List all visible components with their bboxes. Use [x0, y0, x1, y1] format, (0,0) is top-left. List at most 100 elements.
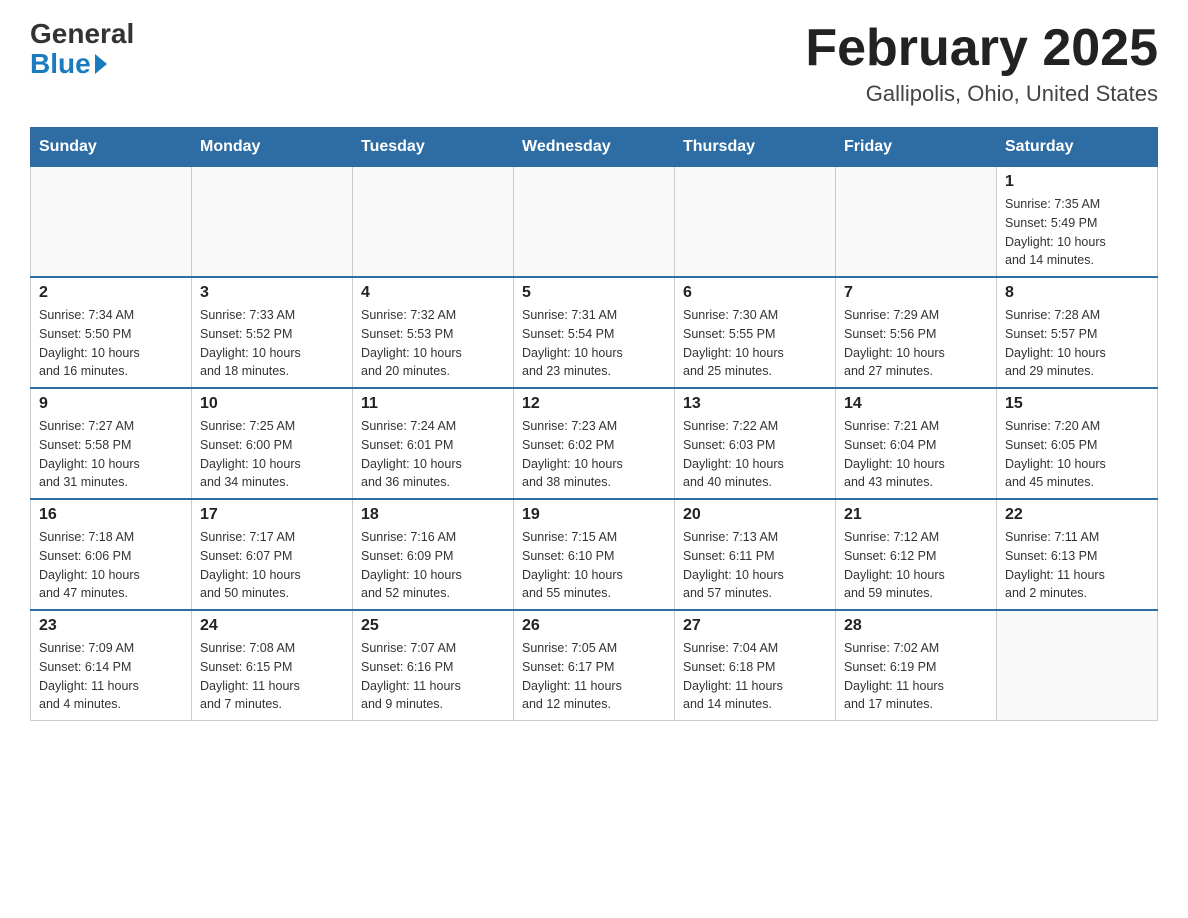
weekday-header-wednesday: Wednesday: [514, 128, 675, 167]
day-info: Sunrise: 7:24 AMSunset: 6:01 PMDaylight:…: [361, 417, 505, 492]
weekday-header-thursday: Thursday: [675, 128, 836, 167]
day-number: 17: [200, 506, 344, 524]
day-info: Sunrise: 7:07 AMSunset: 6:16 PMDaylight:…: [361, 639, 505, 714]
day-number: 1: [1005, 173, 1149, 191]
day-info: Sunrise: 7:11 AMSunset: 6:13 PMDaylight:…: [1005, 528, 1149, 603]
calendar-week-row: 16 Sunrise: 7:18 AMSunset: 6:06 PMDayligh…: [31, 499, 1158, 610]
calendar-cell: 15 Sunrise: 7:20 AMSunset: 6:05 PMDayligh…: [997, 388, 1158, 499]
day-info: Sunrise: 7:15 AMSunset: 6:10 PMDaylight:…: [522, 528, 666, 603]
day-info: Sunrise: 7:23 AMSunset: 6:02 PMDaylight:…: [522, 417, 666, 492]
calendar-cell: [675, 167, 836, 278]
day-info: Sunrise: 7:08 AMSunset: 6:15 PMDaylight:…: [200, 639, 344, 714]
month-year-title: February 2025: [805, 20, 1158, 77]
calendar-cell: 4 Sunrise: 7:32 AMSunset: 5:53 PMDaylight…: [353, 277, 514, 388]
day-number: 23: [39, 617, 183, 635]
day-number: 15: [1005, 395, 1149, 413]
calendar-cell: [836, 167, 997, 278]
day-number: 20: [683, 506, 827, 524]
day-number: 24: [200, 617, 344, 635]
day-number: 18: [361, 506, 505, 524]
calendar-week-row: 9 Sunrise: 7:27 AMSunset: 5:58 PMDaylight…: [31, 388, 1158, 499]
day-number: 5: [522, 284, 666, 302]
day-number: 10: [200, 395, 344, 413]
day-number: 22: [1005, 506, 1149, 524]
calendar-cell: [997, 610, 1158, 721]
calendar-cell: 17Sunrise: 7:17 AMSunset: 6:07 PMDayligh…: [192, 499, 353, 610]
day-info: Sunrise: 7:18 AMSunset: 6:06 PMDaylight:…: [39, 528, 183, 603]
day-number: 12: [522, 395, 666, 413]
day-number: 28: [844, 617, 988, 635]
calendar-cell: 1 Sunrise: 7:35 AMSunset: 5:49 PMDaylight…: [997, 167, 1158, 278]
calendar-cell: 14 Sunrise: 7:21 AMSunset: 6:04 PMDayligh…: [836, 388, 997, 499]
calendar-cell: 10 Sunrise: 7:25 AMSunset: 6:00 PMDayligh…: [192, 388, 353, 499]
calendar-week-row: 23 Sunrise: 7:09 AMSunset: 6:14 PMDayligh…: [31, 610, 1158, 721]
calendar-cell: 24 Sunrise: 7:08 AMSunset: 6:15 PMDayligh…: [192, 610, 353, 721]
calendar-cell: 9 Sunrise: 7:27 AMSunset: 5:58 PMDaylight…: [31, 388, 192, 499]
logo-triangle-icon: [95, 54, 107, 74]
day-info: Sunrise: 7:13 AMSunset: 6:11 PMDaylight:…: [683, 528, 827, 603]
day-info: Sunrise: 7:34 AMSunset: 5:50 PMDaylight:…: [39, 306, 183, 381]
weekday-header-sunday: Sunday: [31, 128, 192, 167]
calendar-cell: 23 Sunrise: 7:09 AMSunset: 6:14 PMDayligh…: [31, 610, 192, 721]
weekday-header-tuesday: Tuesday: [353, 128, 514, 167]
day-number: 3: [200, 284, 344, 302]
day-info: Sunrise: 7:12 AMSunset: 6:12 PMDaylight:…: [844, 528, 988, 603]
day-number: 25: [361, 617, 505, 635]
calendar-week-row: 1 Sunrise: 7:35 AMSunset: 5:49 PMDaylight…: [31, 167, 1158, 278]
calendar-cell: [192, 167, 353, 278]
location-subtitle: Gallipolis, Ohio, United States: [805, 81, 1158, 107]
calendar-cell: [514, 167, 675, 278]
day-number: 6: [683, 284, 827, 302]
calendar-cell: 19 Sunrise: 7:15 AMSunset: 6:10 PMDayligh…: [514, 499, 675, 610]
calendar-cell: 5 Sunrise: 7:31 AMSunset: 5:54 PMDaylight…: [514, 277, 675, 388]
day-info: Sunrise: 7:35 AMSunset: 5:49 PMDaylight:…: [1005, 195, 1149, 270]
title-section: February 2025 Gallipolis, Ohio, United S…: [805, 20, 1158, 107]
day-info: Sunrise: 7:29 AMSunset: 5:56 PMDaylight:…: [844, 306, 988, 381]
logo: General Blue: [30, 20, 134, 80]
day-info: Sunrise: 7:32 AMSunset: 5:53 PMDaylight:…: [361, 306, 505, 381]
calendar-cell: 18Sunrise: 7:16 AMSunset: 6:09 PMDayligh…: [353, 499, 514, 610]
day-number: 16: [39, 506, 183, 524]
day-info: Sunrise: 7:02 AMSunset: 6:19 PMDaylight:…: [844, 639, 988, 714]
page-header: General Blue February 2025 Gallipolis, O…: [30, 20, 1158, 107]
day-info: Sunrise: 7:31 AMSunset: 5:54 PMDaylight:…: [522, 306, 666, 381]
day-number: 27: [683, 617, 827, 635]
day-number: 13: [683, 395, 827, 413]
calendar-cell: 27 Sunrise: 7:04 AMSunset: 6:18 PMDayligh…: [675, 610, 836, 721]
day-number: 8: [1005, 284, 1149, 302]
day-number: 19: [522, 506, 666, 524]
calendar-table: SundayMondayTuesdayWednesdayThursdayFrid…: [30, 127, 1158, 721]
day-number: 2: [39, 284, 183, 302]
calendar-cell: [353, 167, 514, 278]
day-info: Sunrise: 7:25 AMSunset: 6:00 PMDaylight:…: [200, 417, 344, 492]
day-number: 14: [844, 395, 988, 413]
calendar-cell: 25 Sunrise: 7:07 AMSunset: 6:16 PMDayligh…: [353, 610, 514, 721]
calendar-cell: 21 Sunrise: 7:12 AMSunset: 6:12 PMDayligh…: [836, 499, 997, 610]
calendar-cell: [31, 167, 192, 278]
day-info: Sunrise: 7:09 AMSunset: 6:14 PMDaylight:…: [39, 639, 183, 714]
day-number: 4: [361, 284, 505, 302]
day-info: Sunrise: 7:27 AMSunset: 5:58 PMDaylight:…: [39, 417, 183, 492]
calendar-cell: 3 Sunrise: 7:33 AMSunset: 5:52 PMDaylight…: [192, 277, 353, 388]
calendar-cell: 11 Sunrise: 7:24 AMSunset: 6:01 PMDayligh…: [353, 388, 514, 499]
calendar-cell: 20 Sunrise: 7:13 AMSunset: 6:11 PMDayligh…: [675, 499, 836, 610]
day-info: Sunrise: 7:33 AMSunset: 5:52 PMDaylight:…: [200, 306, 344, 381]
calendar-week-row: 2 Sunrise: 7:34 AMSunset: 5:50 PMDaylight…: [31, 277, 1158, 388]
calendar-cell: 7Sunrise: 7:29 AMSunset: 5:56 PMDaylight…: [836, 277, 997, 388]
calendar-cell: 2 Sunrise: 7:34 AMSunset: 5:50 PMDaylight…: [31, 277, 192, 388]
day-info: Sunrise: 7:30 AMSunset: 5:55 PMDaylight:…: [683, 306, 827, 381]
day-info: Sunrise: 7:28 AMSunset: 5:57 PMDaylight:…: [1005, 306, 1149, 381]
weekday-header-row: SundayMondayTuesdayWednesdayThursdayFrid…: [31, 128, 1158, 167]
calendar-cell: 6 Sunrise: 7:30 AMSunset: 5:55 PMDaylight…: [675, 277, 836, 388]
calendar-cell: 12 Sunrise: 7:23 AMSunset: 6:02 PMDayligh…: [514, 388, 675, 499]
calendar-cell: 13Sunrise: 7:22 AMSunset: 6:03 PMDayligh…: [675, 388, 836, 499]
day-info: Sunrise: 7:21 AMSunset: 6:04 PMDaylight:…: [844, 417, 988, 492]
weekday-header-saturday: Saturday: [997, 128, 1158, 167]
day-info: Sunrise: 7:04 AMSunset: 6:18 PMDaylight:…: [683, 639, 827, 714]
calendar-cell: 8 Sunrise: 7:28 AMSunset: 5:57 PMDaylight…: [997, 277, 1158, 388]
day-number: 21: [844, 506, 988, 524]
day-number: 11: [361, 395, 505, 413]
day-info: Sunrise: 7:20 AMSunset: 6:05 PMDaylight:…: [1005, 417, 1149, 492]
logo-general-text: General: [30, 20, 134, 48]
day-number: 9: [39, 395, 183, 413]
